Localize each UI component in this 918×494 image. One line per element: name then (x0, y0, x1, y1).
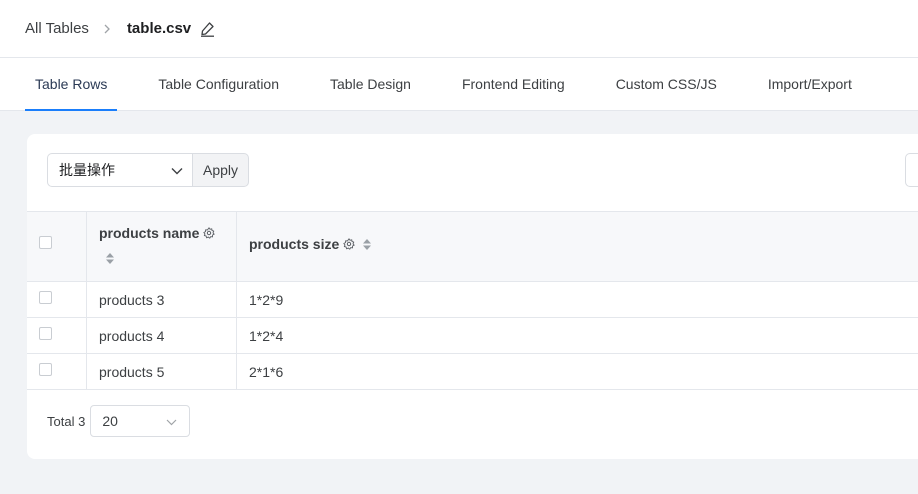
products-name-cell: products 4 (99, 327, 165, 344)
tab-bar: Table Rows Table Configuration Table Des… (0, 58, 918, 111)
gear-icon[interactable] (203, 227, 216, 239)
table-header: products name products size (27, 212, 918, 282)
tab-custom-css-js[interactable]: Custom CSS/JS (606, 58, 727, 110)
table-row: products 4 1*2*4 (27, 318, 918, 354)
select-all-checkbox[interactable] (39, 236, 52, 249)
table-rows-panel: 批量操作 Apply products name products size p… (27, 134, 918, 459)
tab-import-export[interactable]: Import/Export (758, 58, 862, 110)
chevron-right-icon (103, 24, 111, 34)
page-title: table.csv (126, 20, 192, 37)
row-checkbox[interactable] (39, 291, 52, 304)
row-checkbox[interactable] (39, 327, 52, 340)
products-name-cell: products 5 (99, 363, 165, 380)
breadcrumb-all-tables-link[interactable]: All Tables (25, 20, 89, 37)
products-size-cell: 2*1*6 (249, 363, 284, 380)
column-header-products-size: products size (237, 212, 918, 281)
breadcrumb: All Tables table.csv (0, 0, 918, 58)
tab-table-rows[interactable]: Table Rows (25, 58, 118, 111)
data-table: products name products size products 3 1… (27, 211, 918, 390)
table-row: products 3 1*2*9 (27, 282, 918, 318)
sort-icon[interactable] (105, 252, 115, 265)
row-checkbox[interactable] (39, 363, 52, 376)
products-size-cell: 1*2*9 (249, 291, 284, 308)
tab-frontend-editing[interactable]: Frontend Editing (452, 58, 575, 110)
column-label: products size (249, 236, 340, 252)
pagination: Total 3 20 (47, 405, 191, 437)
column-label: products name (99, 225, 200, 241)
tab-table-design[interactable]: Table Design (320, 58, 421, 110)
bulk-action-value: 批量操作 (59, 162, 115, 178)
gear-icon[interactable] (343, 238, 355, 250)
search-input[interactable] (905, 153, 918, 187)
header-check-cell (27, 212, 87, 281)
column-header-products-name: products name (87, 212, 237, 281)
bulk-action-select[interactable]: 批量操作 (47, 153, 192, 187)
apply-button[interactable]: Apply (192, 153, 250, 187)
products-size-cell: 1*2*4 (249, 327, 284, 344)
bulk-action-group: 批量操作 Apply (47, 153, 250, 187)
pencil-icon[interactable] (200, 21, 215, 37)
chevron-down-icon (171, 162, 183, 178)
sort-icon[interactable] (362, 238, 372, 251)
page-size-value: 20 (102, 413, 118, 429)
tab-table-configuration[interactable]: Table Configuration (148, 58, 289, 110)
table-row: products 5 2*1*6 (27, 354, 918, 390)
page-size-select[interactable]: 20 (90, 405, 191, 437)
total-count: Total 3 (47, 413, 86, 429)
chevron-down-icon (166, 413, 177, 429)
products-name-cell: products 3 (99, 291, 165, 308)
